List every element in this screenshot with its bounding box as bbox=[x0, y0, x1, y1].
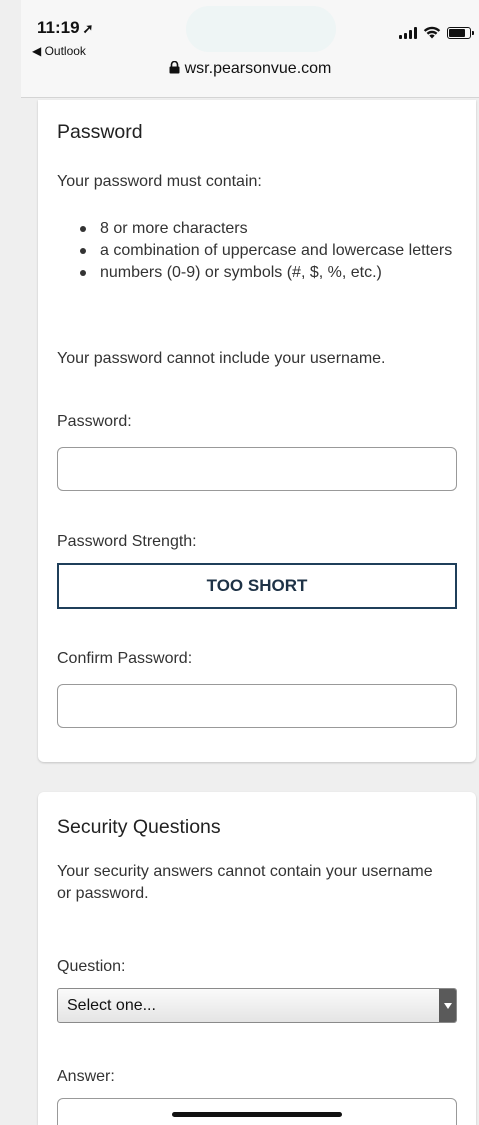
answer-label: Answer: bbox=[57, 1068, 115, 1085]
home-indicator bbox=[172, 1112, 342, 1117]
question-label: Question: bbox=[57, 958, 126, 975]
list-item: a combination of uppercase and lowercase… bbox=[57, 240, 457, 262]
password-strength-label: Password Strength: bbox=[57, 533, 197, 550]
time-text: 11:19 bbox=[37, 18, 80, 37]
password-input[interactable] bbox=[57, 447, 457, 491]
password-label: Password: bbox=[57, 413, 132, 430]
password-card: Password Your password must contain: 8 o… bbox=[38, 100, 476, 762]
page: 11:19 ➚ ◀ Outlook wsr.pearsonvue.com Pass… bbox=[0, 0, 479, 1125]
password-strength-meter: TOO SHORT bbox=[57, 563, 457, 609]
confirm-password-label: Confirm Password: bbox=[57, 650, 193, 667]
notch-blur bbox=[186, 6, 336, 52]
back-to-app-link[interactable]: ◀ Outlook bbox=[32, 44, 86, 58]
password-section-title: Password bbox=[57, 121, 143, 143]
security-section-title: Security Questions bbox=[57, 816, 221, 838]
status-icons bbox=[399, 26, 474, 39]
lock-icon bbox=[169, 61, 180, 74]
location-arrow-icon: ➚ bbox=[82, 21, 94, 36]
battery-icon bbox=[447, 27, 474, 39]
chevron-down-icon bbox=[439, 989, 456, 1022]
question-select[interactable]: Select one... bbox=[57, 988, 457, 1023]
url-text: wsr.pearsonvue.com bbox=[184, 60, 332, 77]
signal-icon bbox=[399, 27, 417, 39]
password-requirements-list: 8 or more characters a combination of up… bbox=[57, 218, 457, 284]
confirm-password-input[interactable] bbox=[57, 684, 457, 728]
security-questions-card: Security Questions Your security answers… bbox=[38, 792, 476, 1125]
wifi-icon bbox=[423, 26, 441, 39]
password-requirements-intro: Your password must contain: bbox=[57, 173, 262, 190]
status-time: 11:19 ➚ bbox=[37, 18, 93, 38]
security-note: Your security answers cannot contain you… bbox=[57, 863, 433, 902]
list-item: numbers (0-9) or symbols (#, $, %, etc.) bbox=[57, 262, 457, 284]
question-selected-text: Select one... bbox=[67, 997, 156, 1014]
address-bar[interactable]: wsr.pearsonvue.com bbox=[21, 60, 479, 78]
list-item: 8 or more characters bbox=[57, 218, 457, 240]
username-note: Your password cannot include your userna… bbox=[57, 350, 386, 367]
browser-top-bar: 11:19 ➚ ◀ Outlook wsr.pearsonvue.com bbox=[21, 0, 479, 98]
